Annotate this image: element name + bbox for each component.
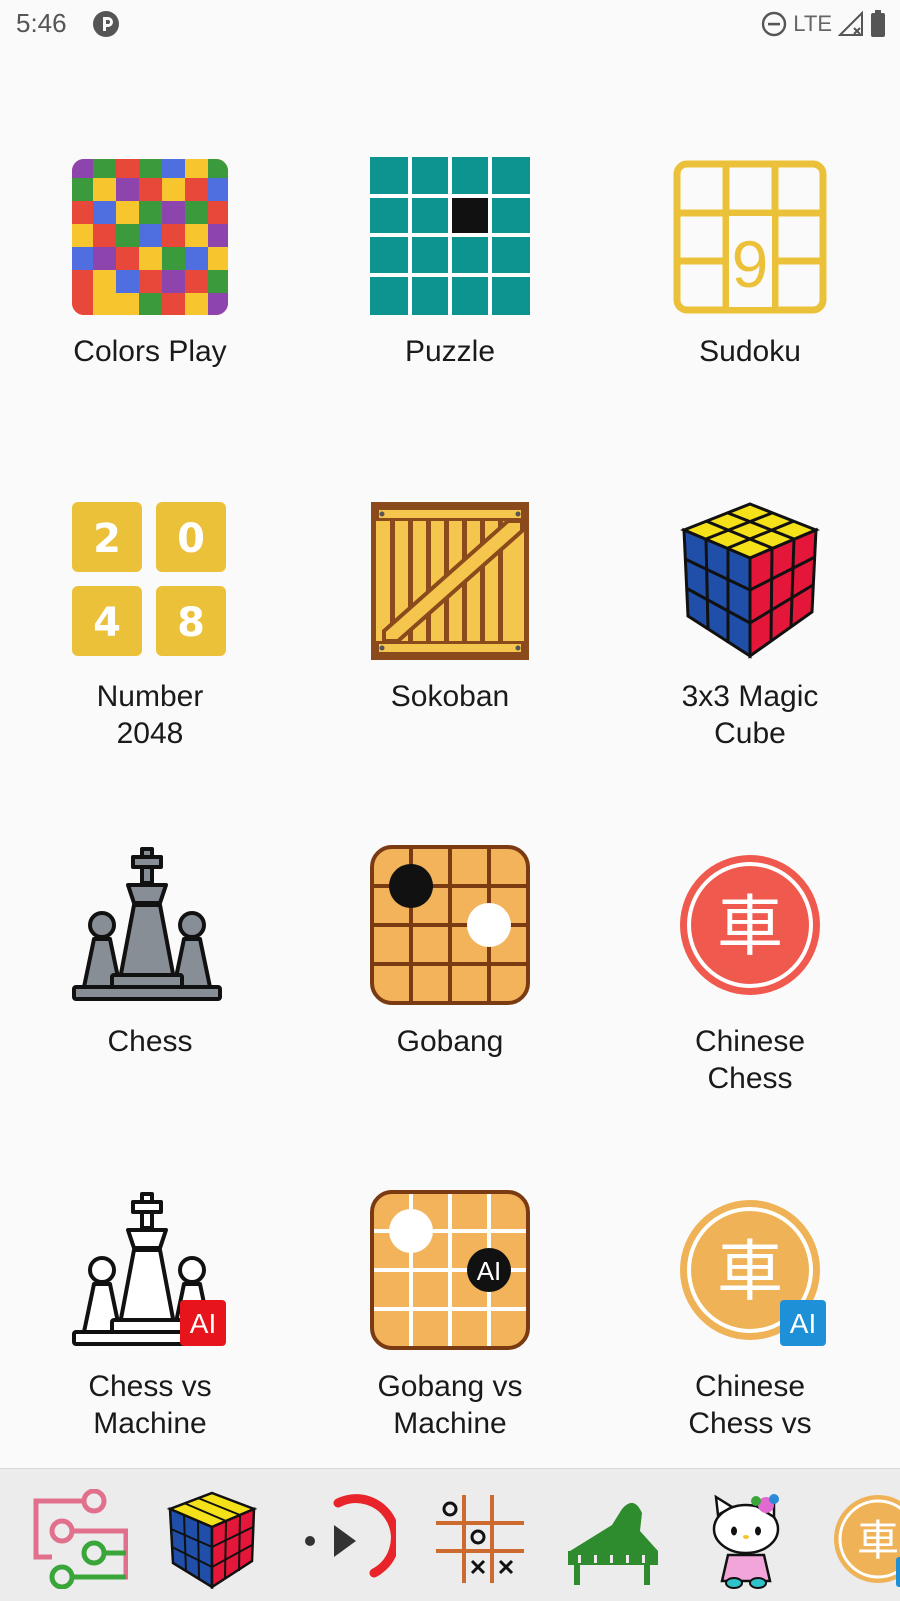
piano-icon[interactable] [564, 1489, 664, 1589]
game-chess-vs-machine[interactable]: AI Chess vs Machine [0, 1190, 300, 1468]
game-label: Sudoku [699, 335, 801, 368]
game-label: Chess vs Machine [88, 1370, 212, 1440]
hello-kitty-icon[interactable] [698, 1489, 798, 1589]
game-gobang[interactable]: Gobang [300, 845, 600, 1185]
chinese-char: 車 [717, 1233, 783, 1310]
game-label: Gobang [396, 1025, 504, 1058]
game-sudoku[interactable]: 9 Sudoku [600, 155, 900, 495]
game-chinese-chess-vs-machine[interactable]: 車 AI Chinese Chess vs [600, 1190, 900, 1468]
tile-4: 4 [93, 600, 121, 646]
gobang-ai-icon: AI [370, 1190, 530, 1350]
game-puzzle[interactable]: Puzzle [300, 155, 600, 495]
magic-cube-icon [680, 502, 820, 659]
game-colors-play[interactable]: Colors Play [0, 155, 300, 495]
gobang-icon [370, 845, 530, 1005]
game-label: Number 2048 [96, 680, 204, 750]
game-chess[interactable]: Chess [0, 845, 300, 1185]
magic-cube-icon[interactable] [162, 1489, 262, 1589]
chinese-chess-ai-icon: 車 AI [680, 1200, 826, 1346]
game-gobang-vs-machine[interactable]: AI Gobang vs Machine [300, 1190, 600, 1468]
tile-0: 0 [177, 516, 205, 562]
ai-badge: AI [190, 1308, 216, 1339]
circuit-app-icon[interactable] [28, 1489, 128, 1589]
chess-ai-icon: AI [72, 1192, 226, 1346]
game-chinese-chess[interactable]: 車 Chinese Chess [600, 845, 900, 1185]
tile-2: 2 [93, 516, 121, 562]
ai-badge: AI [790, 1308, 816, 1339]
games-grid: Colors Play Puzzle 9 Sudoku 2 0 4 8 Numb… [0, 0, 900, 1468]
game-number-2048[interactable]: 2 0 4 8 Number 2048 [0, 500, 300, 840]
ai-badge: AI [477, 1256, 502, 1286]
colors-play-icon [72, 159, 228, 315]
tic-tac-toe-icon[interactable] [430, 1489, 530, 1589]
sokoban-crate-icon [371, 502, 529, 660]
puzzle-grid-icon [370, 157, 530, 315]
media-play-icon[interactable] [296, 1489, 396, 1589]
chinese-chess-icon: 車 [680, 855, 820, 995]
game-sokoban[interactable]: Sokoban [300, 500, 600, 840]
game-label: Colors Play [73, 335, 227, 368]
game-label: Chinese Chess vs [688, 1370, 812, 1440]
chinese-chess-ai-icon[interactable]: 車 AI [828, 1489, 900, 1589]
game-label: Puzzle [404, 335, 496, 368]
sudoku-digit: 9 [732, 227, 769, 301]
game-magic-cube[interactable]: 3x3 Magic Cube [600, 500, 900, 840]
chinese-char: 車 [717, 888, 783, 965]
tile-8: 8 [177, 600, 205, 646]
game-label: Sokoban [390, 680, 510, 713]
chinese-char: 車 [857, 1516, 899, 1565]
number-2048-icon: 2 0 4 8 [72, 502, 226, 656]
sudoku-icon: 9 [673, 160, 827, 314]
game-label: Chinese Chess [694, 1025, 806, 1095]
game-label: 3x3 Magic Cube [681, 680, 819, 750]
game-label: Chess [107, 1025, 193, 1058]
chess-icon [72, 847, 222, 1001]
game-label: Gobang vs Machine [377, 1370, 523, 1440]
bottom-dock: 車 AI [0, 1468, 900, 1601]
